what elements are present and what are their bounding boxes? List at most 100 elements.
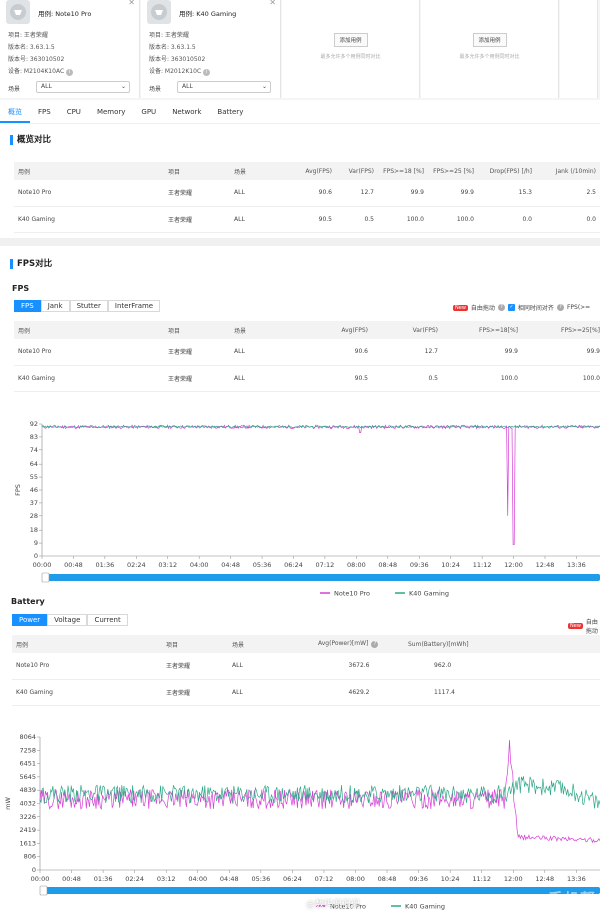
cell: 王者荣耀 bbox=[164, 180, 230, 207]
interframe-button[interactable]: InterFrame bbox=[107, 300, 161, 312]
tab-gpu[interactable]: GPU bbox=[133, 102, 164, 123]
info-icon[interactable]: i bbox=[203, 69, 211, 76]
y-axis-label: mW bbox=[4, 797, 12, 810]
x-tick-label: 07:12 bbox=[316, 561, 335, 569]
x-tick-label: 00:00 bbox=[31, 875, 50, 883]
col-header: 用例 bbox=[14, 321, 164, 339]
cell: ALL bbox=[228, 653, 314, 680]
help-icon[interactable]: ? bbox=[497, 304, 505, 311]
tab-network[interactable]: Network bbox=[164, 102, 209, 123]
col-header: Avg(Power)[mW]? bbox=[314, 635, 404, 653]
cell: 99.9 bbox=[442, 339, 522, 366]
section-divider bbox=[0, 238, 600, 246]
cell: 100.0 bbox=[428, 206, 478, 233]
series-line-k40-gaming bbox=[41, 425, 600, 429]
cell: ALL bbox=[230, 365, 320, 392]
cell: 100.0 bbox=[442, 365, 522, 392]
legend-label: K40 Gaming bbox=[409, 590, 449, 598]
x-tick-label: 00:48 bbox=[62, 875, 81, 883]
x-tick-label: 09:36 bbox=[409, 875, 428, 883]
cell: 王者荣耀 bbox=[164, 365, 230, 392]
x-tick-label: 02:24 bbox=[127, 561, 146, 569]
tab-battery[interactable]: Battery bbox=[209, 102, 251, 123]
info-icon[interactable]: i bbox=[66, 69, 74, 76]
tab-memory[interactable]: Memory bbox=[89, 102, 133, 123]
stutter-button[interactable]: Stutter bbox=[69, 300, 108, 312]
help-icon[interactable]: ? bbox=[556, 304, 564, 311]
power-button[interactable]: Power bbox=[12, 614, 48, 626]
x-tick-label: 01:36 bbox=[96, 561, 115, 569]
battery-title: Battery bbox=[11, 597, 45, 606]
y-tick-label: 8064 bbox=[19, 733, 36, 741]
add-case-button[interactable]: 添加用例 bbox=[472, 33, 507, 47]
cell: 90.5 bbox=[320, 365, 372, 392]
x-tick-label: 08:48 bbox=[378, 561, 397, 569]
cell: 99.9 bbox=[378, 180, 428, 207]
y-tick-label: 6451 bbox=[19, 760, 36, 768]
voltage-button[interactable]: Voltage bbox=[47, 614, 88, 626]
col-header: FPS>=18[%] bbox=[442, 321, 522, 339]
y-tick-label: 4839 bbox=[19, 786, 36, 794]
jank-button[interactable]: Jank bbox=[40, 300, 70, 312]
watermark-text: @数码侃侃侃 bbox=[306, 900, 361, 910]
help-icon[interactable]: ? bbox=[371, 641, 379, 648]
scene-select[interactable]: ALL ⌄ bbox=[36, 81, 130, 93]
device-build: 版本号: 363010502 bbox=[8, 56, 65, 63]
col-header: Drop(FPS) [/h] bbox=[478, 162, 536, 180]
fps-line-chart[interactable]: FPS 0 9 18 28 37 46 55 64 74 83 92 00:00 00:48 01:36 02… bbox=[0, 412, 600, 598]
y-tick-label: 7258 bbox=[19, 746, 36, 754]
cell: 3672.6 bbox=[314, 653, 404, 680]
cell: 962.0 bbox=[404, 653, 600, 680]
table-row: K40 Gaming 王者荣耀 ALL 90.5 0.5 100.0 100.0 bbox=[14, 365, 600, 392]
current-button[interactable]: Current bbox=[87, 614, 128, 626]
auto-drag-label[interactable]: 自由拖动 bbox=[471, 303, 495, 312]
col-header: 用例 bbox=[14, 162, 164, 180]
x-tick-label: 12:48 bbox=[536, 561, 555, 569]
tab-overview[interactable]: 概览 bbox=[0, 102, 30, 123]
power-line-chart[interactable]: mW 0 806 1613 2419 3226 4032 4839 5645 6451 7258 80… bbox=[0, 728, 600, 917]
checkbox-checked-icon[interactable]: ✓ bbox=[507, 304, 515, 311]
cell: 12.7 bbox=[336, 180, 378, 207]
watermark-logo-sub: PHBANG bbox=[552, 909, 579, 916]
device-model: 设备: M2104K10AC i bbox=[8, 66, 74, 76]
x-tick-label: 10:24 bbox=[441, 561, 460, 569]
y-tick-label: 92 bbox=[30, 420, 38, 428]
scene-select[interactable]: ALL ⌄ bbox=[177, 81, 271, 93]
tab-cpu[interactable]: CPU bbox=[59, 102, 89, 123]
relative-time-label: 相同时间对齐 bbox=[517, 305, 554, 312]
tab-fps[interactable]: FPS bbox=[30, 102, 59, 123]
x-tick-label: 13:36 bbox=[567, 561, 586, 569]
auto-drag-label[interactable]: 自由拖动 bbox=[586, 617, 600, 635]
new-badge: New bbox=[453, 304, 468, 311]
y-tick-label: 0 bbox=[34, 552, 38, 560]
x-tick-label: 03:12 bbox=[157, 875, 176, 883]
close-icon[interactable]: ✕ bbox=[269, 0, 276, 7]
device-card-2: ✕ 用例: K40 Gaming 项目: 王者荣耀 版本名: 3.63.1.5 … bbox=[141, 0, 281, 98]
scrollbar-handle bbox=[41, 572, 50, 583]
x-tick-label: 01:36 bbox=[94, 875, 113, 883]
chevron-down-icon: ⌄ bbox=[120, 83, 126, 90]
y-tick-label: 46 bbox=[30, 486, 38, 494]
cell: 王者荣耀 bbox=[164, 206, 230, 233]
table-row: K40 Gaming 王者荣耀 ALL 90.5 0.5 100.0 100.0… bbox=[14, 206, 600, 233]
y-axis-label: FPS bbox=[14, 484, 22, 496]
cell: 99.9 bbox=[522, 339, 600, 366]
cell: 100.0 bbox=[378, 206, 428, 233]
add-case-button[interactable]: 添加用例 bbox=[333, 33, 368, 47]
scene-label: 场景 bbox=[8, 86, 21, 93]
x-tick-label: 04:48 bbox=[220, 875, 239, 883]
battery-table: 用例 项目 场景 Avg(Power)[mW]? Sum(Battery)[mW… bbox=[12, 635, 600, 706]
x-tick-label: 11:12 bbox=[473, 561, 492, 569]
fps-button[interactable]: FPS bbox=[14, 300, 41, 312]
y-tick-label: 37 bbox=[30, 499, 38, 507]
cell: K40 Gaming bbox=[14, 365, 164, 392]
series-line-note10-pro bbox=[39, 739, 600, 844]
col-header: FPS>=18 [%] bbox=[378, 162, 428, 180]
cell: Note10 Pro bbox=[14, 180, 164, 207]
cell: 90.6 bbox=[320, 339, 372, 366]
cell: K40 Gaming bbox=[14, 206, 164, 233]
close-icon[interactable]: ✕ bbox=[128, 0, 135, 7]
cell: ALL bbox=[230, 180, 290, 207]
col-header: Var(FPS) bbox=[336, 162, 378, 180]
y-tick-label: 64 bbox=[30, 460, 38, 468]
